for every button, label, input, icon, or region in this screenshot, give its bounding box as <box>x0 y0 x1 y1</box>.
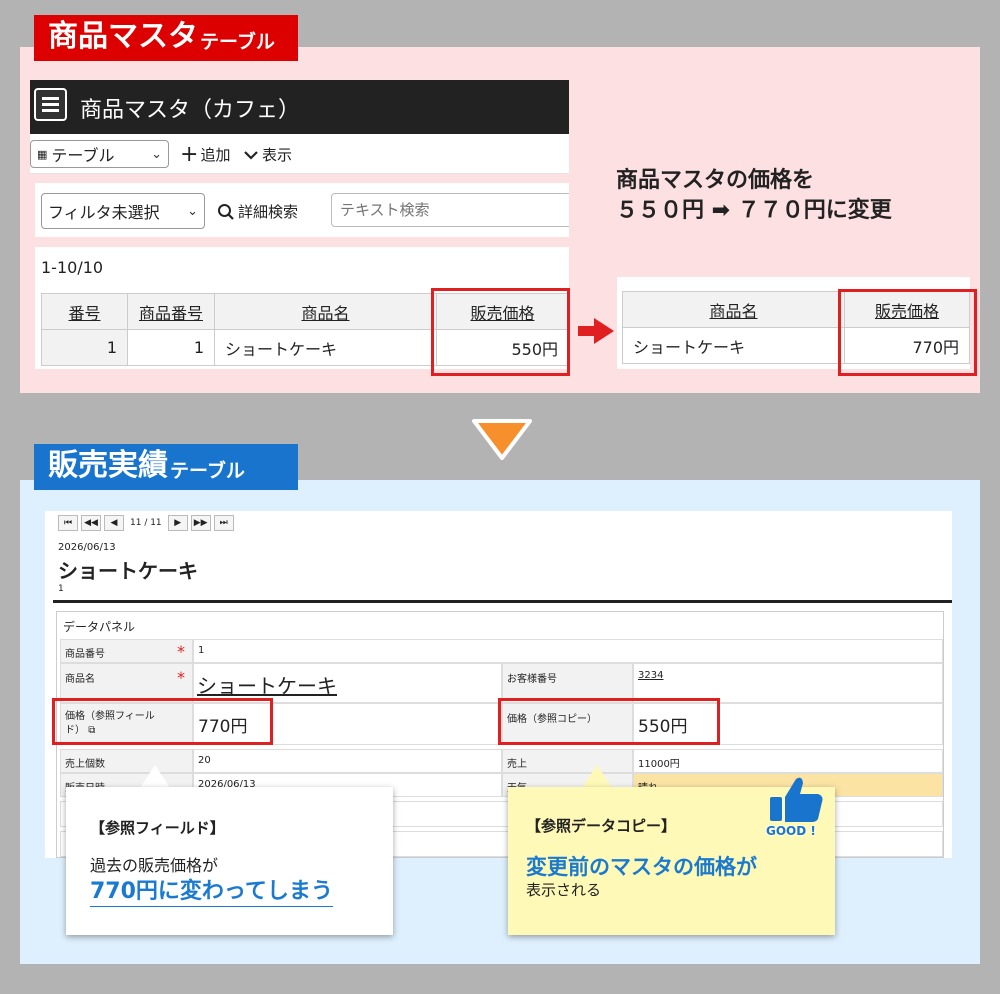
record-id: 1 <box>58 584 64 594</box>
quantity-value: 20 <box>198 755 211 766</box>
view-select-value: テーブル <box>51 146 115 165</box>
callout-title: 【参照フィールド】 <box>90 819 225 837</box>
filter-select[interactable]: フィルタ未選択 ⌄ <box>41 193 205 229</box>
field-value-cell <box>633 663 943 703</box>
callout-line2: 770円に変わってしまう <box>90 873 333 907</box>
pager-position: 11 / 11 <box>130 518 162 528</box>
app-header: 商品マスタ（カフェ） <box>30 80 569 134</box>
field-value-cell <box>193 639 943 663</box>
field-label: 売上個数 <box>65 759 105 770</box>
view-select[interactable]: ▦ テーブル ⌄ <box>30 140 169 168</box>
sales-value: 11000円 <box>638 759 680 770</box>
reference-copy-highlight-box <box>498 698 720 745</box>
add-button-label: 追加 <box>200 146 231 164</box>
field-label: 商品名 <box>65 674 95 685</box>
change-note-line1: 商品マスタの価格を <box>616 168 815 193</box>
text-search-input[interactable] <box>331 193 569 227</box>
banner-sub-text: テーブル <box>170 460 245 482</box>
field-value-cell <box>193 749 502 773</box>
price-highlight-box <box>838 289 977 376</box>
record-pager: ⏮ ◀◀ ◀ 11 / 11 ▶ ▶▶ ⏭ <box>58 515 234 531</box>
record-date: 2026/06/13 <box>58 542 116 553</box>
fast-back-icon[interactable]: ◀◀ <box>81 515 101 531</box>
field-label: 売上 <box>507 759 527 770</box>
reference-field-highlight-box <box>52 698 273 745</box>
first-record-icon[interactable]: ⏮ <box>58 515 78 531</box>
arrow-right-icon <box>578 318 614 344</box>
menu-icon[interactable] <box>34 88 67 121</box>
filter-select-value: フィルタ未選択 <box>48 203 160 222</box>
reference-field-callout: 【参照フィールド】 過去の販売価格が 770円に変わってしまう <box>66 787 393 935</box>
arrow-down-icon <box>472 419 532 460</box>
required-mark: * <box>177 642 185 661</box>
plus-icon: + <box>180 141 199 167</box>
change-note: 商品マスタの価格を ５５０円 ➡ ７７０円に変更 <box>616 166 892 226</box>
search-icon <box>218 203 234 220</box>
chevron-down-icon: ⌄ <box>151 146 162 162</box>
advanced-search-label: 詳細検索 <box>238 203 299 221</box>
record-count: 1-10/10 <box>41 258 104 277</box>
change-note-line2: ５５０円 ➡ ７７０円に変更 <box>616 198 892 223</box>
field-label: 商品番号 <box>65 649 105 660</box>
record-title: ショートケーキ <box>58 559 198 583</box>
table-cell: 1 <box>41 329 128 366</box>
divider <box>53 600 952 603</box>
table-cell: 1 <box>127 329 215 366</box>
callout-line2: 表示される <box>526 881 602 899</box>
display-button-label: 表示 <box>262 146 293 164</box>
thumbs-up-icon <box>770 777 823 822</box>
next-record-icon[interactable]: ▶ <box>167 515 188 531</box>
previous-record-icon[interactable]: ◀ <box>104 515 124 531</box>
table-icon: ▦ <box>37 147 48 161</box>
banner-main-text: 商品マスタ <box>48 19 198 54</box>
table-cell: ショートケーキ <box>214 329 437 366</box>
column-header[interactable]: 番号 <box>41 293 128 330</box>
required-mark: * <box>177 668 185 687</box>
callout-title: 【参照データコピー】 <box>526 817 677 835</box>
banner-main-text: 販売実績 <box>48 448 168 483</box>
column-header[interactable]: 商品番号 <box>127 293 215 330</box>
callout-line1: 変更前のマスタの価格が <box>526 855 757 879</box>
column-header[interactable]: 商品名 <box>622 291 845 328</box>
chevron-down-icon <box>244 150 258 160</box>
column-header[interactable]: 商品名 <box>214 293 437 330</box>
toolbar: ▦ テーブル ⌄ + 追加 表示 <box>30 134 569 174</box>
app-title: 商品マスタ（カフェ） <box>80 98 301 123</box>
banner-sub-text: テーブル <box>200 31 275 53</box>
table-cell: ショートケーキ <box>622 327 845 364</box>
price-highlight-box <box>431 288 570 376</box>
last-record-icon[interactable]: ⏭ <box>213 515 234 531</box>
advanced-search-button[interactable]: 詳細検索 <box>217 201 298 222</box>
display-button[interactable]: 表示 <box>243 144 292 165</box>
chevron-down-icon: ⌄ <box>187 203 198 219</box>
good-badge: GOOD ! <box>766 775 830 845</box>
filter-bar: フィルタ未選択 ⌄ 詳細検索 <box>35 183 569 237</box>
master-table-banner: 商品マスタ テーブル <box>34 15 298 61</box>
sales-table-banner: 販売実績 テーブル <box>34 444 298 490</box>
customer-number-link[interactable]: 3234 <box>638 670 663 681</box>
data-panel-title: データパネル <box>63 620 136 634</box>
product-name-link[interactable]: ショートケーキ <box>197 670 337 699</box>
field-label: お客様番号 <box>507 674 557 685</box>
add-button[interactable]: + 追加 <box>180 141 231 167</box>
good-badge-text: GOOD ! <box>766 824 816 838</box>
product-number-value: 1 <box>198 645 205 656</box>
fast-forward-icon[interactable]: ▶▶ <box>190 515 211 531</box>
